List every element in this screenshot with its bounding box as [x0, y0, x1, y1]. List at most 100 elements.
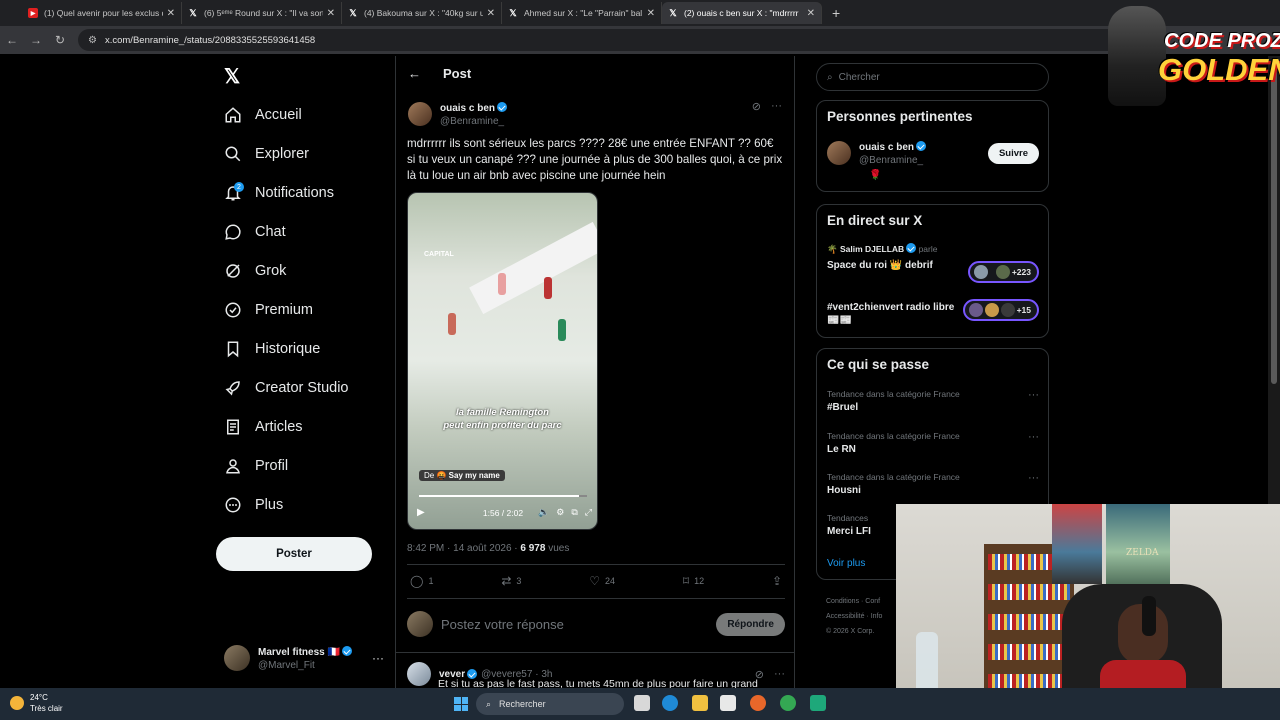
person-handle[interactable]: @Benramine_	[859, 154, 926, 167]
weather-text: Très clair	[30, 704, 63, 713]
live-space[interactable]: #vent2chienvert radio libre 📰📰 +15	[827, 299, 1039, 327]
reply-button[interactable]: ◯ 1	[410, 574, 433, 588]
nav-label: Articles	[255, 419, 303, 435]
windows-start-icon[interactable]	[454, 697, 468, 711]
left-sidebar: 𝕏 Accueil Explorer 2 Notifications Chat …	[210, 56, 395, 688]
space-title: Space du roi 👑 debrif	[827, 260, 933, 271]
video-player[interactable]: CAPITAL la famille Remington peut enfin …	[407, 192, 598, 530]
browser-tab[interactable]: ▶ (1) Quel avenir pour les exclus du ✕	[22, 2, 182, 24]
avatar[interactable]	[827, 141, 851, 165]
store-icon[interactable]	[720, 695, 736, 711]
more-icon[interactable]: ···	[372, 651, 384, 665]
forward-arrow-icon[interactable]: →	[24, 33, 48, 47]
back-arrow-icon[interactable]: ←	[0, 33, 24, 47]
new-tab-icon[interactable]: +	[832, 5, 840, 21]
firefox-icon[interactable]	[750, 695, 766, 711]
nav-item-explorer[interactable]: Explorer	[224, 141, 309, 167]
nav-label: Explorer	[255, 146, 309, 162]
grok-icon[interactable]: ⊘	[752, 100, 761, 113]
back-arrow-icon[interactable]: ←	[408, 66, 421, 81]
post-button[interactable]: Poster	[216, 537, 372, 571]
avatar[interactable]	[407, 662, 431, 686]
chrome-icon[interactable]	[780, 695, 796, 711]
nav-item-chat[interactable]: Chat	[224, 219, 286, 245]
video-progress-bar[interactable]	[419, 495, 587, 497]
bookmark-button[interactable]: ⌑ 12	[683, 574, 704, 588]
nav-item-accueil[interactable]: Accueil	[224, 102, 302, 128]
reply-submit-button[interactable]: Répondre	[716, 612, 785, 636]
edge-icon[interactable]	[662, 695, 678, 711]
more-icon[interactable]: ···	[771, 100, 782, 113]
repost-button[interactable]: ⇄ 3	[501, 574, 521, 588]
follow-button[interactable]: Suivre	[987, 142, 1039, 164]
taskbar-search[interactable]: ⌕ Rechercher	[476, 693, 624, 715]
post-timestamp[interactable]: 8:42 PM · 14 août 2026 ·	[407, 543, 520, 554]
author-name[interactable]: ouais c ben	[440, 103, 495, 114]
nav-item-historique[interactable]: Historique	[224, 336, 320, 362]
browser-tabbar: ▶ (1) Quel avenir pour les exclus du ✕ 𝕏…	[0, 0, 1280, 26]
settings-icon[interactable]: ⚙	[556, 507, 564, 518]
share-button[interactable]: ⇪	[772, 574, 782, 588]
play-icon[interactable]: ▶	[417, 507, 425, 518]
close-icon[interactable]: ✕	[327, 8, 335, 19]
account-switcher[interactable]: Marvel fitness 🇫🇷 @Marvel_Fit ···	[224, 644, 384, 672]
nav-item-profil[interactable]: Profil	[224, 453, 288, 479]
close-icon[interactable]: ✕	[647, 8, 655, 19]
main-column: ← Post ouais c ben @Benramine_ ⊘ ··· mdr…	[395, 56, 795, 690]
file-explorer-icon[interactable]	[692, 695, 708, 711]
reply-input[interactable]: Postez votre réponse	[441, 617, 564, 632]
site-info-icon[interactable]: ⚙	[88, 35, 97, 46]
browser-tab-active[interactable]: 𝕏 (2) ouais c ben sur X : "mdrrrrr ✕	[662, 2, 822, 24]
like-button[interactable]: ♡ 24	[589, 574, 615, 588]
nav-item-plus[interactable]: Plus	[224, 492, 283, 518]
footer-link[interactable]: Accessibilité · Info	[826, 609, 882, 624]
browser-tab[interactable]: 𝕏 (6) 5ᵉᵐᵉ Round sur X : "Il va sortir ✕	[182, 2, 342, 24]
relevant-person[interactable]: ouais c ben @Benramine_ Suivre	[827, 139, 1039, 167]
scrollbar-thumb[interactable]	[1271, 70, 1277, 384]
repost-icon: ⇄	[501, 574, 512, 588]
more-icon[interactable]: ···	[774, 668, 785, 681]
more-icon[interactable]: ···	[1028, 431, 1039, 443]
trend-item[interactable]: Tendance dans la catégorie France Housni…	[827, 472, 1039, 496]
avatar[interactable]	[408, 102, 432, 126]
nav-item-creator-studio[interactable]: Creator Studio	[224, 375, 349, 401]
close-icon[interactable]: ✕	[807, 8, 815, 19]
bookmark-icon	[224, 340, 242, 358]
space-listeners[interactable]: +15	[962, 299, 1039, 321]
author-handle[interactable]: @Benramine_	[440, 115, 507, 128]
weather-widget[interactable]: 24°C Très clair	[10, 692, 63, 714]
bell-icon: 2	[224, 182, 244, 202]
reply-post[interactable]: vever @vevere57 · 3h ⊘ ··· Et si tu as pa…	[407, 662, 785, 690]
reload-icon[interactable]: ↻	[48, 33, 72, 47]
trend-item[interactable]: Tendance dans la catégorie France #Bruel…	[827, 389, 1039, 413]
volume-icon[interactable]: 🔈	[538, 507, 549, 518]
more-icon[interactable]: ···	[1028, 472, 1039, 484]
trend-item[interactable]: Tendance dans la catégorie France Le RN …	[827, 431, 1039, 455]
search-box[interactable]: ⌕	[816, 63, 1049, 91]
close-icon[interactable]: ✕	[487, 8, 495, 19]
listeners-count: +223	[1011, 267, 1031, 277]
task-view-icon[interactable]	[634, 695, 650, 711]
search-input[interactable]	[838, 71, 1019, 83]
browser-tab[interactable]: 𝕏 (4) Bakouma sur X : "40kg sur un ✕	[342, 2, 502, 24]
close-icon[interactable]: ✕	[167, 8, 175, 19]
nav-item-premium[interactable]: Premium	[224, 297, 313, 323]
nav-item-articles[interactable]: Articles	[224, 414, 303, 440]
video-controls: ▶ 1:56 / 2:02 🔈 ⚙ ⧉ ⤢	[417, 507, 592, 518]
live-space[interactable]: 🌴 Salim DJELLAB parle Space du roi 👑 deb…	[827, 243, 1039, 283]
nav-item-grok[interactable]: Grok	[224, 258, 286, 284]
space-listeners[interactable]: +223	[967, 261, 1039, 283]
pip-icon[interactable]: ⧉	[571, 507, 577, 518]
footer-link[interactable]: Conditions · Conf	[826, 594, 882, 609]
app-icon[interactable]	[810, 695, 826, 711]
post-author[interactable]: ouais c ben @Benramine_	[408, 100, 508, 128]
nav-item-notifications[interactable]: 2 Notifications	[224, 180, 334, 206]
person-name[interactable]: ouais c ben	[859, 142, 914, 153]
x-logo-icon[interactable]: 𝕏	[224, 64, 240, 89]
see-more-link[interactable]: Voir plus	[827, 558, 865, 569]
browser-tab[interactable]: 𝕏 Ahmed sur X : "Le "Parrain" bal ✕	[502, 2, 662, 24]
url-field[interactable]: ⚙ x.com/Benramine_/status/20883355255936…	[78, 29, 1158, 51]
fullscreen-icon[interactable]: ⤢	[585, 507, 592, 518]
more-icon[interactable]: ···	[1028, 389, 1039, 401]
rocket-icon	[224, 379, 242, 397]
